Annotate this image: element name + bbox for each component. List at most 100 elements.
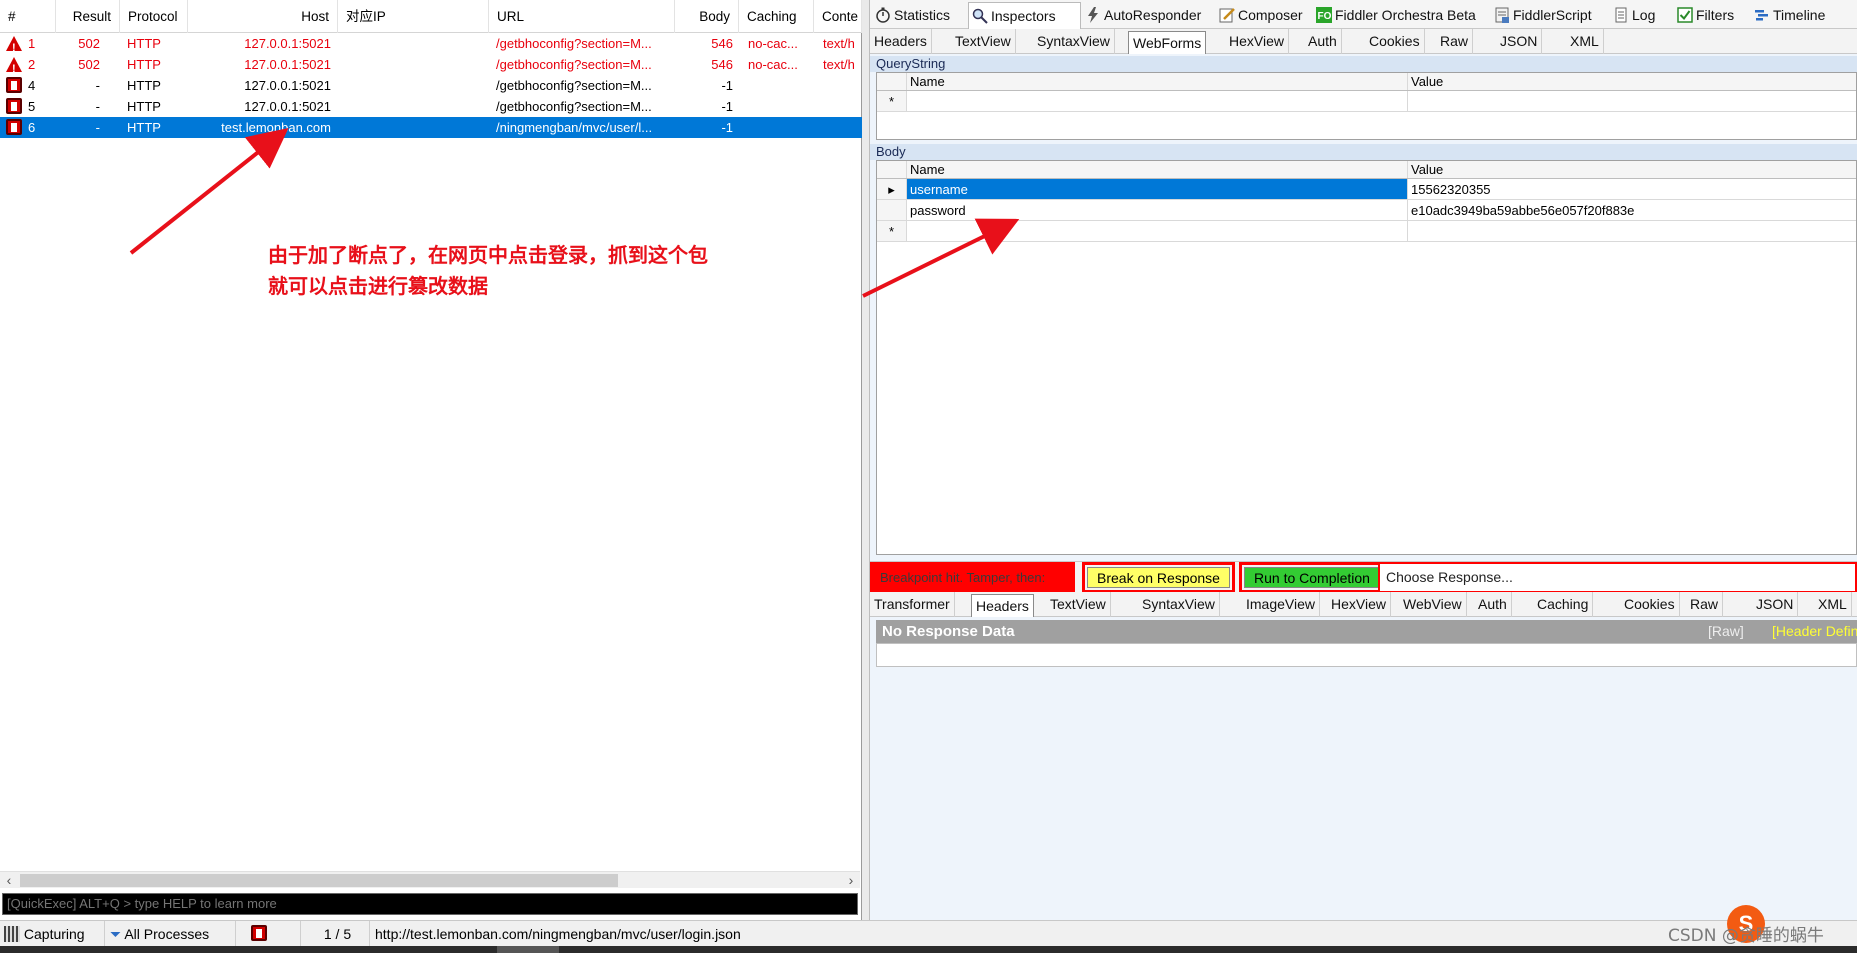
breakpoint-icon [6,119,24,136]
querystring-new-row[interactable]: * [877,91,1856,112]
session-row[interactable]: 4 - HTTP 127.0.0.1:5021/getbhoconfig?sectio… [0,75,862,96]
request-tab-json[interactable]: JSON [1496,29,1543,54]
break-on-response-button[interactable]: Break on Response [1082,562,1235,593]
request-tab-raw[interactable]: Raw [1436,29,1474,54]
tab-statistics-label: Statistics [894,7,951,23]
process-filter-label: All Processes [124,926,210,942]
request-tab-hexview[interactable]: HexView [1225,29,1289,54]
col-header-caching[interactable]: Caching [739,0,814,33]
col-header-content-type[interactable]: Conte [814,0,862,33]
run-to-completion-button[interactable]: Run to Completion [1239,562,1385,593]
response-tab-headers[interactable]: Headers [971,594,1034,617]
request-tab-headers[interactable]: Headers [870,29,932,54]
session-cell-result: - [95,120,100,135]
quickexec-input[interactable] [2,893,858,915]
session-cell-content: text/h [823,57,855,72]
session-cell-url: /getbhoconfig?section=M... [496,99,652,114]
request-tab-xml[interactable]: XML [1566,29,1604,54]
inspectors-panel: Statistics Inspectors AutoResponder Comp… [870,0,1857,920]
response-tab-json[interactable]: JSON [1752,592,1799,617]
process-filter[interactable]: ⏷ All Processes [106,921,236,947]
breakpoint-icon [6,98,24,115]
tab-fiddlerscript[interactable]: FiddlerScript [1491,2,1592,29]
session-cell-protocol: HTTP [127,78,161,93]
body-row-value[interactable]: 15562320355 [1408,179,1857,199]
session-cell-url: /getbhoconfig?section=M... [496,57,652,72]
magnifier-icon [972,8,988,24]
raw-link[interactable]: [Raw] [1708,620,1744,643]
request-tab-syntaxview[interactable]: SyntaxView [1033,29,1115,54]
checkbox-icon [1677,7,1693,23]
response-tab-cookies[interactable]: Cookies [1620,592,1680,617]
request-tab-cookies[interactable]: Cookies [1365,29,1425,54]
scroll-right-icon[interactable]: › [842,872,860,889]
body-row-username[interactable]: ▸ username 15562320355 [877,179,1856,200]
tab-fiddler-orchestra[interactable]: FO Fiddler Orchestra Beta [1313,2,1476,29]
response-tab-caching[interactable]: Caching [1533,592,1594,617]
new-row-marker: * [877,91,907,111]
timeline-icon [1755,10,1768,21]
request-tab-webforms[interactable]: WebForms [1128,31,1207,54]
choose-response-select[interactable]: Choose Response... [1378,562,1857,593]
col-header-body[interactable]: Body [675,0,739,33]
session-row[interactable]: 1 502 HTTP 127.0.0.1:5021/getbhoconfig?sect… [0,33,862,59]
response-tab-textview[interactable]: TextView [1046,592,1111,617]
response-tab-hexview[interactable]: HexView [1327,592,1391,617]
body-col-value[interactable]: Value [1408,161,1857,178]
tab-autoresponder[interactable]: AutoResponder [1082,2,1201,29]
scrollbar-thumb[interactable] [20,874,618,887]
body-row-name[interactable]: username [907,179,1408,199]
scroll-left-icon[interactable]: ‹ [0,872,18,889]
session-cell-protocol: HTTP [127,120,161,135]
body-new-row[interactable]: * [877,221,1856,242]
tab-filters[interactable]: Filters [1674,2,1734,29]
request-tab-auth[interactable]: Auth [1304,29,1342,54]
session-row[interactable]: 6 - HTTP test.lemonban.com/ningmengban/mvc/… [0,117,862,138]
session-cell-result: - [95,99,100,114]
col-header-protocol[interactable]: Protocol [120,0,188,33]
tab-log[interactable]: Log [1610,2,1655,29]
querystring-col-name[interactable]: Name [907,73,1408,90]
csdn-watermark: CSDN @贪睡的蜗牛 [1668,926,1824,946]
response-tab-syntaxview[interactable]: SyntaxView [1138,592,1220,617]
header-definitions-link[interactable]: [Header Defin [1772,620,1857,643]
session-cell-content [823,75,862,96]
capturing-toggle[interactable]: Capturing [0,921,105,947]
session-count: 1 / 5 [302,921,370,947]
horizontal-scrollbar[interactable]: ‹ › [0,871,860,888]
response-tab-auth[interactable]: Auth [1474,592,1512,617]
col-header-number[interactable]: # [0,0,56,33]
breakpoint-status[interactable] [237,921,301,947]
sessions-panel: # Result Protocol Host 对应IP URL Body Cac… [0,0,862,920]
tab-statistics[interactable]: Statistics [872,2,950,29]
session-row[interactable]: 2 502 HTTP 127.0.0.1:5021/getbhoconfig?sect… [0,54,862,80]
col-header-result[interactable]: Result [56,0,120,33]
response-tab-transformer[interactable]: Transformer [870,592,955,617]
session-cell-protocol: HTTP [127,57,161,72]
col-header-url[interactable]: URL [489,0,675,33]
col-header-ip[interactable]: 对应IP [338,0,489,33]
session-cell-content: text/h [823,36,855,51]
response-tab-xml[interactable]: XML [1814,592,1852,617]
response-tab-webview[interactable]: WebView [1399,592,1467,617]
response-tab-raw[interactable]: Raw [1686,592,1724,617]
session-cell-host: 127.0.0.1:5021 [244,99,331,114]
tab-timeline[interactable]: Timeline [1751,2,1825,29]
panel-splitter[interactable] [862,0,870,920]
body-row-password[interactable]: password e10adc3949ba59abbe56e057f20f883… [877,200,1856,221]
querystring-col-value[interactable]: Value [1408,73,1857,90]
session-row[interactable]: 5 - HTTP 127.0.0.1:5021/getbhoconfig?sectio… [0,96,862,117]
no-response-data-label: No Response Data [882,623,1015,640]
response-tab-imageview[interactable]: ImageView [1242,592,1321,617]
tab-inspectors[interactable]: Inspectors [968,2,1081,30]
session-cell-caching: no-cac... [748,36,798,51]
body-grid: Name Value ▸ username 15562320355 passwo… [876,160,1857,555]
response-headers-box [876,643,1857,667]
tab-composer[interactable]: Composer [1216,2,1303,29]
breakpoint-hit-label: Breakpoint hit. Tamper, then: [870,562,1075,593]
col-header-host[interactable]: Host [188,0,338,33]
body-row-value[interactable]: e10adc3949ba59abbe56e057f20f883e [1408,200,1857,220]
body-col-name[interactable]: Name [907,161,1408,178]
request-tab-textview[interactable]: TextView [951,29,1016,54]
body-row-name[interactable]: password [907,200,1408,220]
